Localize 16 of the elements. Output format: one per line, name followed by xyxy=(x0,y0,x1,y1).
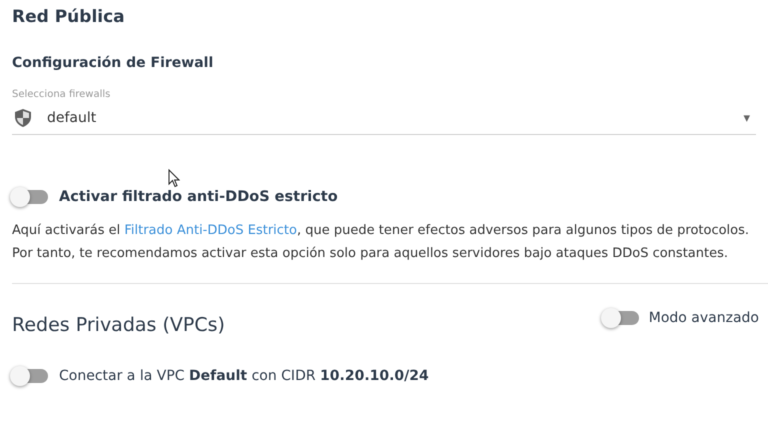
firewall-select[interactable]: Selecciona firewalls default ▾ xyxy=(12,89,756,135)
section-title: Redes Privadas (VPCs) xyxy=(12,314,225,336)
section-title: Red Pública xyxy=(12,6,126,28)
cursor-icon xyxy=(168,169,180,188)
vpc-label: Conectar a la VPC Default con CIDR 10.20.10.0/24 xyxy=(59,368,429,384)
toggle-label: Modo avanzado xyxy=(648,310,759,326)
toggle-switch[interactable] xyxy=(602,311,639,325)
toggle-switch[interactable] xyxy=(12,369,48,383)
toggle-switch[interactable] xyxy=(12,190,48,204)
field-label: Selecciona firewalls xyxy=(12,89,110,100)
subsection-title: Configuración de Firewall xyxy=(12,54,214,73)
description-text: Aquí activarás el Filtrado Anti-DDoS Estricto, que puede tener efectos adversos para algunos tipos de protocolos. Por tanto, te recomendamos activar esta opción solo para aquellos servidores bajo ataques DDoS constantes. xyxy=(12,222,750,263)
toggle-label: Activar filtrado anti-DDoS estricto xyxy=(59,189,338,205)
select-value: default xyxy=(47,110,98,126)
caret-icon: ▾ xyxy=(743,110,750,126)
shield-icon xyxy=(14,108,32,128)
